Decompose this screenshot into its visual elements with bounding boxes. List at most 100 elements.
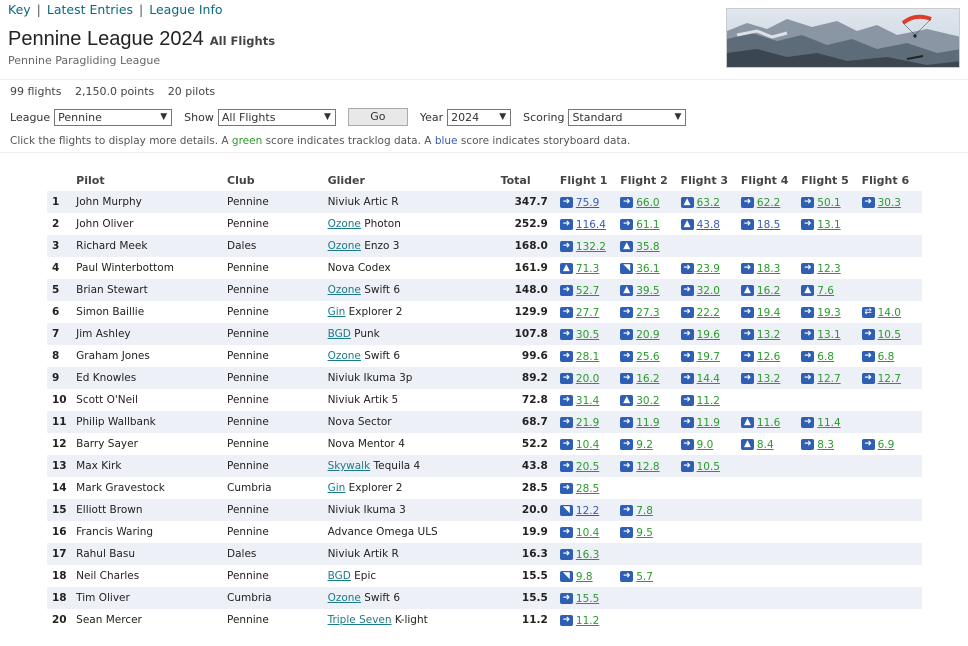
show-select[interactable]: All Flights ▼	[217, 108, 336, 126]
flight-score-link[interactable]: ▲ 43.8	[680, 219, 720, 231]
scoring-select[interactable]: Standard ▼	[568, 108, 687, 126]
pilot-name-cell[interactable]: Francis Waring	[76, 521, 227, 543]
flight-score-link[interactable]: ➜ 10.5	[861, 329, 901, 341]
flight-score-link[interactable]: ➜ 12.3	[801, 263, 841, 275]
league-select[interactable]: Pennine ▼	[54, 108, 173, 126]
flight-score-link[interactable]: ▲ 63.2	[680, 197, 720, 209]
pilot-name-cell[interactable]: Paul Winterbottom	[76, 257, 227, 279]
flight-score-link[interactable]: ➜ 23.9	[680, 263, 720, 275]
flight-score-link[interactable]: ▲ 71.3	[559, 263, 599, 275]
pilot-name-cell[interactable]: Richard Meek	[76, 235, 228, 257]
col-pilot-header[interactable]: Pilot	[76, 170, 227, 191]
flight-score-link[interactable]: ➜ 19.6	[680, 329, 720, 341]
glider-manufacturer-link[interactable]: BGD	[328, 328, 351, 340]
flight-score-link[interactable]: ➜ 20.5	[559, 461, 599, 473]
flight-score-link[interactable]: ▲ 35.8	[620, 241, 660, 253]
flight-score-link[interactable]: ➜ 30.5	[559, 329, 599, 341]
pilot-name-cell[interactable]: Brian Stewart	[76, 279, 228, 301]
flight-score-link[interactable]: ➜ 32.0	[680, 285, 720, 297]
flight-score-link[interactable]: ➜ 10.5	[680, 461, 720, 473]
flight-score-link[interactable]: ⇄ 14.0	[861, 307, 901, 319]
flight-score-link[interactable]: ➜ 16.2	[620, 373, 660, 385]
glider-manufacturer-link[interactable]: Gin	[328, 306, 346, 318]
pilot-name-cell[interactable]: Tim Oliver	[76, 587, 228, 609]
flight-score-link[interactable]: ➜ 22.2	[680, 307, 720, 319]
flight-score-link[interactable]: ➜ 12.8	[620, 461, 660, 473]
flight-score-link[interactable]: ➜ 5.7	[620, 571, 653, 583]
flight-score-link[interactable]: ➜ 75.9	[559, 197, 599, 209]
flight-score-link[interactable]: ➜ 19.4	[740, 307, 780, 319]
flight-score-link[interactable]: ➜ 6.8	[861, 351, 894, 363]
pilot-name-cell[interactable]: Mark Gravestock	[76, 477, 227, 499]
col-club-header[interactable]: Club	[227, 170, 328, 191]
flight-score-link[interactable]: ➜ 13.2	[740, 373, 780, 385]
glider-manufacturer-link[interactable]: Ozone	[328, 284, 361, 296]
flight-score-link[interactable]: ➜ 21.9	[559, 417, 599, 429]
pilot-name-cell[interactable]: Elliott Brown	[76, 499, 228, 521]
pilot-name-cell[interactable]: Rahul Basu	[76, 543, 228, 565]
flight-score-link[interactable]: ➜ 13.2	[740, 329, 780, 341]
flight-score-link[interactable]: ◥ 9.8	[559, 571, 593, 583]
pilot-name-cell[interactable]: Philip Wallbank	[76, 411, 228, 433]
flight-score-link[interactable]: ➜ 27.3	[620, 307, 660, 319]
glider-manufacturer-link[interactable]: Skywalk	[328, 460, 371, 472]
flight-score-link[interactable]: ▲ 11.6	[740, 417, 780, 429]
flight-score-link[interactable]: ➜ 11.9	[620, 417, 660, 429]
flight-score-link[interactable]: ▲ 16.2	[740, 285, 780, 297]
flight-score-link[interactable]: ▲ 30.2	[620, 395, 660, 407]
glider-manufacturer-link[interactable]: Ozone	[328, 240, 361, 252]
flight-score-link[interactable]: ➜ 7.8	[620, 505, 653, 517]
pilot-name-cell[interactable]: Sean Mercer	[76, 609, 227, 631]
flight-score-link[interactable]: ➜ 10.4	[559, 527, 599, 539]
flight-score-link[interactable]: ➜ 28.1	[559, 351, 599, 363]
flight-score-link[interactable]: ➜ 25.6	[620, 351, 660, 363]
flight-score-link[interactable]: ➜ 27.7	[559, 307, 599, 319]
flight-score-link[interactable]: ➜ 16.3	[559, 549, 599, 561]
flight-score-link[interactable]: ➜ 19.3	[801, 307, 841, 319]
flight-score-link[interactable]: ➜ 10.4	[559, 439, 599, 451]
flight-score-link[interactable]: ➜ 9.5	[620, 527, 653, 539]
flight-score-link[interactable]: ➜ 31.4	[559, 395, 599, 407]
flight-score-link[interactable]: ➜ 11.9	[680, 417, 720, 429]
pilot-name-cell[interactable]: Jim Ashley	[76, 323, 228, 345]
flight-score-link[interactable]: ➜ 6.9	[861, 439, 894, 451]
flight-score-link[interactable]: ▲ 8.4	[740, 439, 774, 451]
pilot-name-cell[interactable]: John Oliver	[76, 213, 227, 235]
flight-score-link[interactable]: ➜ 11.2	[680, 395, 720, 407]
pilot-name-cell[interactable]: Graham Jones	[76, 345, 227, 367]
flight-score-link[interactable]: ➜ 18.5	[740, 219, 780, 231]
pilot-name-cell[interactable]: Max Kirk	[76, 455, 228, 477]
flight-score-link[interactable]: ➜ 12.7	[861, 373, 901, 385]
nav-key-link[interactable]: Key	[8, 2, 31, 17]
flight-score-link[interactable]: ➜ 11.4	[801, 417, 841, 429]
glider-manufacturer-link[interactable]: Ozone	[328, 350, 361, 362]
flight-score-link[interactable]: ➜ 13.1	[801, 329, 841, 341]
flight-score-link[interactable]: ➜ 13.1	[801, 219, 841, 231]
flight-score-link[interactable]: ➜ 11.2	[559, 615, 599, 627]
flight-score-link[interactable]: ➜ 50.1	[801, 197, 841, 209]
pilot-name-cell[interactable]: John Murphy	[76, 191, 228, 213]
glider-manufacturer-link[interactable]: Gin	[328, 482, 346, 494]
glider-manufacturer-link[interactable]: Triple Seven	[328, 614, 392, 626]
flight-score-link[interactable]: ➜ 14.4	[680, 373, 720, 385]
flight-score-link[interactable]: ➜ 132.2	[559, 241, 606, 253]
flight-score-link[interactable]: ➜ 6.8	[801, 351, 834, 363]
flight-score-link[interactable]: ➜ 9.2	[620, 439, 653, 451]
col-glider-header[interactable]: Glider	[328, 170, 501, 191]
year-select[interactable]: 2024 ▼	[447, 108, 512, 126]
flight-score-link[interactable]: ▲ 39.5	[620, 285, 660, 297]
flight-score-link[interactable]: ➜ 30.3	[861, 197, 901, 209]
flight-score-link[interactable]: ➜ 15.5	[559, 593, 599, 605]
go-button[interactable]: Go	[347, 108, 408, 126]
nav-latest-entries-link[interactable]: Latest Entries	[47, 2, 133, 17]
glider-manufacturer-link[interactable]: BGD	[328, 570, 351, 582]
flight-score-link[interactable]: ◥ 36.1	[620, 263, 660, 275]
col-total-header[interactable]: Total	[501, 170, 548, 191]
flight-score-link[interactable]: ➜ 28.5	[559, 483, 599, 495]
flight-score-link[interactable]: ➜ 12.6	[740, 351, 780, 363]
flight-score-link[interactable]: ➜ 52.7	[559, 285, 599, 297]
flight-score-link[interactable]: ➜ 20.0	[559, 373, 599, 385]
glider-manufacturer-link[interactable]: Ozone	[328, 592, 361, 604]
pilot-name-cell[interactable]: Barry Sayer	[76, 433, 227, 455]
pilot-name-cell[interactable]: Simon Baillie	[76, 301, 227, 323]
